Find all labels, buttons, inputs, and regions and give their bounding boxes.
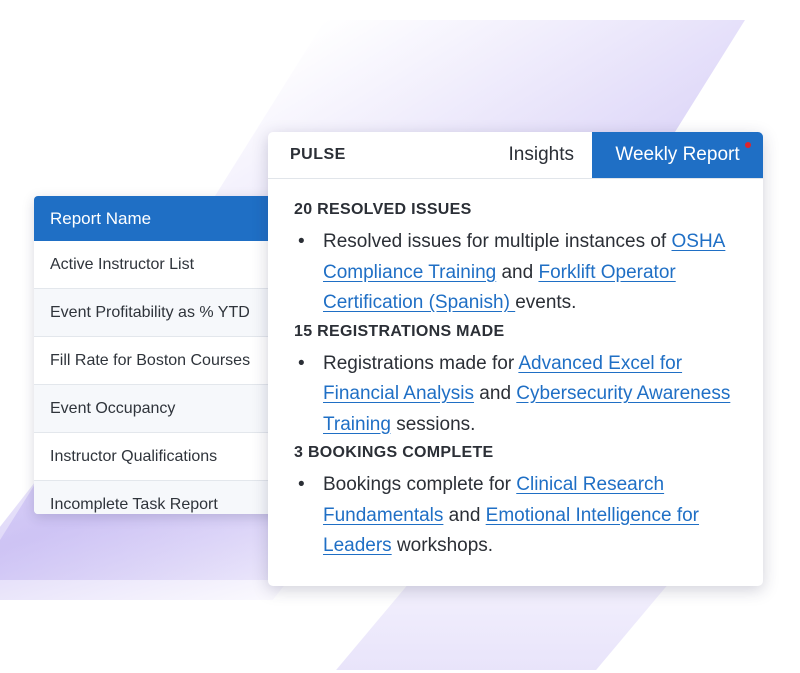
tab-weekly-report[interactable]: Weekly Report (592, 132, 763, 178)
weekly-report-content: 20 RESOLVED ISSUES • Resolved issues for… (268, 179, 763, 562)
list-item-text: Resolved issues for multiple instances o… (323, 231, 726, 313)
report-row-label: Incomplete Task Report (50, 495, 218, 513)
list-item-text: Bookings complete for Clinical Research … (323, 474, 700, 556)
section-heading: 3 BOOKINGS COMPLETE (294, 444, 494, 461)
list-item: • Bookings complete for Clinical Researc… (294, 470, 739, 562)
list-item: • Registrations made for Advanced Excel … (294, 349, 739, 441)
tab-insights[interactable]: Insights (491, 132, 592, 178)
report-row-label: Event Profitability as % YTD (50, 303, 250, 321)
pulse-title: PULSE (290, 146, 346, 163)
bullet-icon: • (298, 474, 305, 495)
list-item: • Resolved issues for multiple instances… (294, 227, 739, 319)
pulse-card: PULSE Insights Weekly Report 20 RESOLVED… (268, 132, 763, 586)
report-row-label: Instructor Qualifications (50, 447, 218, 465)
list-item-text: Registrations made for Advanced Excel fo… (323, 352, 731, 435)
section-heading: 15 REGISTRATIONS MADE (294, 322, 505, 340)
report-row-label: Fill Rate for Boston Courses (50, 351, 251, 369)
report-name-column-header: Report Name (50, 208, 152, 228)
report-row-label: Event Occupancy (50, 399, 176, 417)
section-heading: 20 RESOLVED ISSUES (294, 201, 472, 218)
notification-dot (745, 142, 751, 148)
pulse-tab-bar: PULSE Insights Weekly Report (268, 132, 763, 179)
bullet-icon: • (298, 352, 305, 374)
tab-weekly-report-label: Weekly Report (615, 144, 740, 165)
bullet-icon: • (298, 231, 305, 252)
report-row-label: Active Instructor List (50, 255, 195, 273)
